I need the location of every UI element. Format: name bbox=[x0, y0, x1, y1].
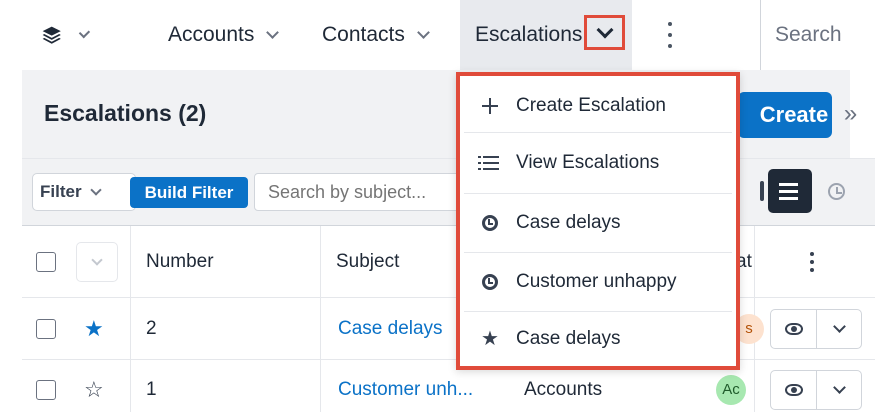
divider bbox=[760, 181, 764, 201]
menu-item-favorite-case-delays[interactable]: ★ Case delays bbox=[464, 312, 732, 366]
row-number: 2 bbox=[146, 317, 157, 339]
row-select-cell bbox=[36, 360, 56, 412]
row-actions bbox=[770, 309, 862, 349]
activity-view-button[interactable] bbox=[818, 173, 854, 209]
dot bbox=[668, 44, 672, 48]
row-actions-dropdown[interactable] bbox=[816, 310, 861, 348]
more-vertical-icon bbox=[810, 251, 814, 272]
dot bbox=[668, 33, 672, 37]
menu-item-create-escalation[interactable]: Create Escalation bbox=[464, 80, 732, 132]
nav-item-label: Escalations bbox=[475, 23, 583, 46]
status-badge: Ac bbox=[716, 374, 746, 405]
menu-item-recent-customer-unhappy[interactable]: Customer unhappy bbox=[464, 253, 732, 311]
star-icon: ★ bbox=[481, 328, 499, 350]
filter-bar: Filter Build Filter bbox=[22, 158, 875, 226]
app-logo-menu[interactable] bbox=[42, 18, 91, 52]
row-subject-link[interactable]: Customer unh... bbox=[338, 360, 473, 412]
row-subject-link[interactable]: Case delays bbox=[338, 298, 443, 359]
preview-button[interactable] bbox=[771, 371, 816, 409]
double-chevron-right-icon: » bbox=[843, 100, 858, 127]
favorite-star-outline-icon[interactable]: ☆ bbox=[84, 360, 104, 412]
menu-item-label: Case delays bbox=[516, 328, 621, 349]
row-checkbox[interactable] bbox=[36, 318, 56, 339]
create-button[interactable]: Create bbox=[738, 92, 832, 138]
page-title: Escalations (2) bbox=[44, 100, 207, 126]
list-view-button[interactable] bbox=[768, 169, 812, 213]
list-icon-line bbox=[779, 189, 798, 193]
list-icon-line bbox=[779, 182, 798, 186]
chevron-down-icon bbox=[91, 253, 103, 266]
column-options-button[interactable] bbox=[810, 226, 814, 297]
sidebar-toggle-button[interactable]: » bbox=[826, 70, 875, 158]
search-label: Search bbox=[775, 23, 842, 46]
chevron-down-icon[interactable] bbox=[417, 26, 430, 39]
chevron-down-icon[interactable] bbox=[266, 26, 280, 39]
row-checkbox[interactable] bbox=[36, 379, 56, 400]
chevron-down-icon bbox=[832, 320, 846, 333]
plus-icon bbox=[480, 96, 500, 116]
select-all-checkbox[interactable] bbox=[36, 251, 56, 272]
select-all-cell bbox=[36, 226, 56, 297]
filter-dropdown[interactable]: Filter bbox=[32, 173, 136, 211]
nav-item-label: Accounts bbox=[168, 23, 255, 46]
clock-icon bbox=[827, 182, 845, 200]
chevron-down-icon bbox=[89, 183, 102, 196]
menu-item-label: Customer unhappy bbox=[516, 271, 677, 292]
chevron-down-icon bbox=[79, 27, 91, 38]
menu-item-view-escalations[interactable]: View Escalations bbox=[464, 133, 732, 193]
row-select-cell bbox=[36, 298, 56, 359]
chevron-down-icon bbox=[832, 381, 846, 394]
nav-item-contacts[interactable]: Contacts bbox=[322, 0, 430, 70]
global-search[interactable]: Search bbox=[760, 0, 875, 70]
list-icon bbox=[478, 153, 500, 173]
chevron-down-icon bbox=[596, 21, 613, 38]
row-number: 1 bbox=[146, 378, 157, 400]
more-modules-button[interactable] bbox=[660, 20, 680, 50]
row-actions-dropdown[interactable] bbox=[816, 371, 861, 409]
table-row[interactable]: ☆ 1 Customer unh... Accounts Ac bbox=[22, 360, 875, 412]
dot bbox=[668, 22, 672, 26]
mass-actions-dropdown[interactable] bbox=[76, 242, 118, 282]
table-header-row: Number Subject at bbox=[22, 226, 875, 298]
menu-item-label: View Escalations bbox=[516, 152, 660, 173]
nav-item-accounts[interactable]: Accounts bbox=[168, 0, 280, 70]
preview-button[interactable] bbox=[771, 310, 816, 348]
menu-item-label: Create Escalation bbox=[516, 95, 666, 116]
nav-item-label: Contacts bbox=[322, 23, 405, 46]
menu-item-recent-case-delays[interactable]: Case delays bbox=[464, 194, 732, 252]
favorite-star-filled-icon[interactable]: ★ bbox=[84, 298, 104, 359]
build-filter-button[interactable]: Build Filter bbox=[130, 177, 248, 208]
escalations-dropdown-menu: Create Escalation View Escalations Case … bbox=[456, 72, 740, 370]
clock-icon bbox=[480, 213, 500, 233]
eye-icon bbox=[784, 323, 803, 335]
search-input[interactable] bbox=[254, 173, 479, 211]
eye-icon bbox=[784, 384, 803, 396]
column-header-subject[interactable]: Subject bbox=[336, 226, 399, 297]
stack-logo-icon bbox=[42, 26, 61, 44]
filter-label: Filter bbox=[40, 182, 82, 201]
table-row[interactable]: ★ 2 Case delays s bbox=[22, 298, 875, 360]
menu-item-label: Case delays bbox=[516, 212, 621, 233]
list-icon-line bbox=[779, 196, 798, 200]
clock-icon bbox=[480, 272, 500, 292]
top-navigation: Accounts Contacts Escalations Search bbox=[0, 0, 875, 70]
row-actions bbox=[770, 370, 862, 410]
escalations-menu-toggle[interactable] bbox=[584, 15, 625, 50]
column-header-number[interactable]: Number bbox=[146, 226, 214, 297]
